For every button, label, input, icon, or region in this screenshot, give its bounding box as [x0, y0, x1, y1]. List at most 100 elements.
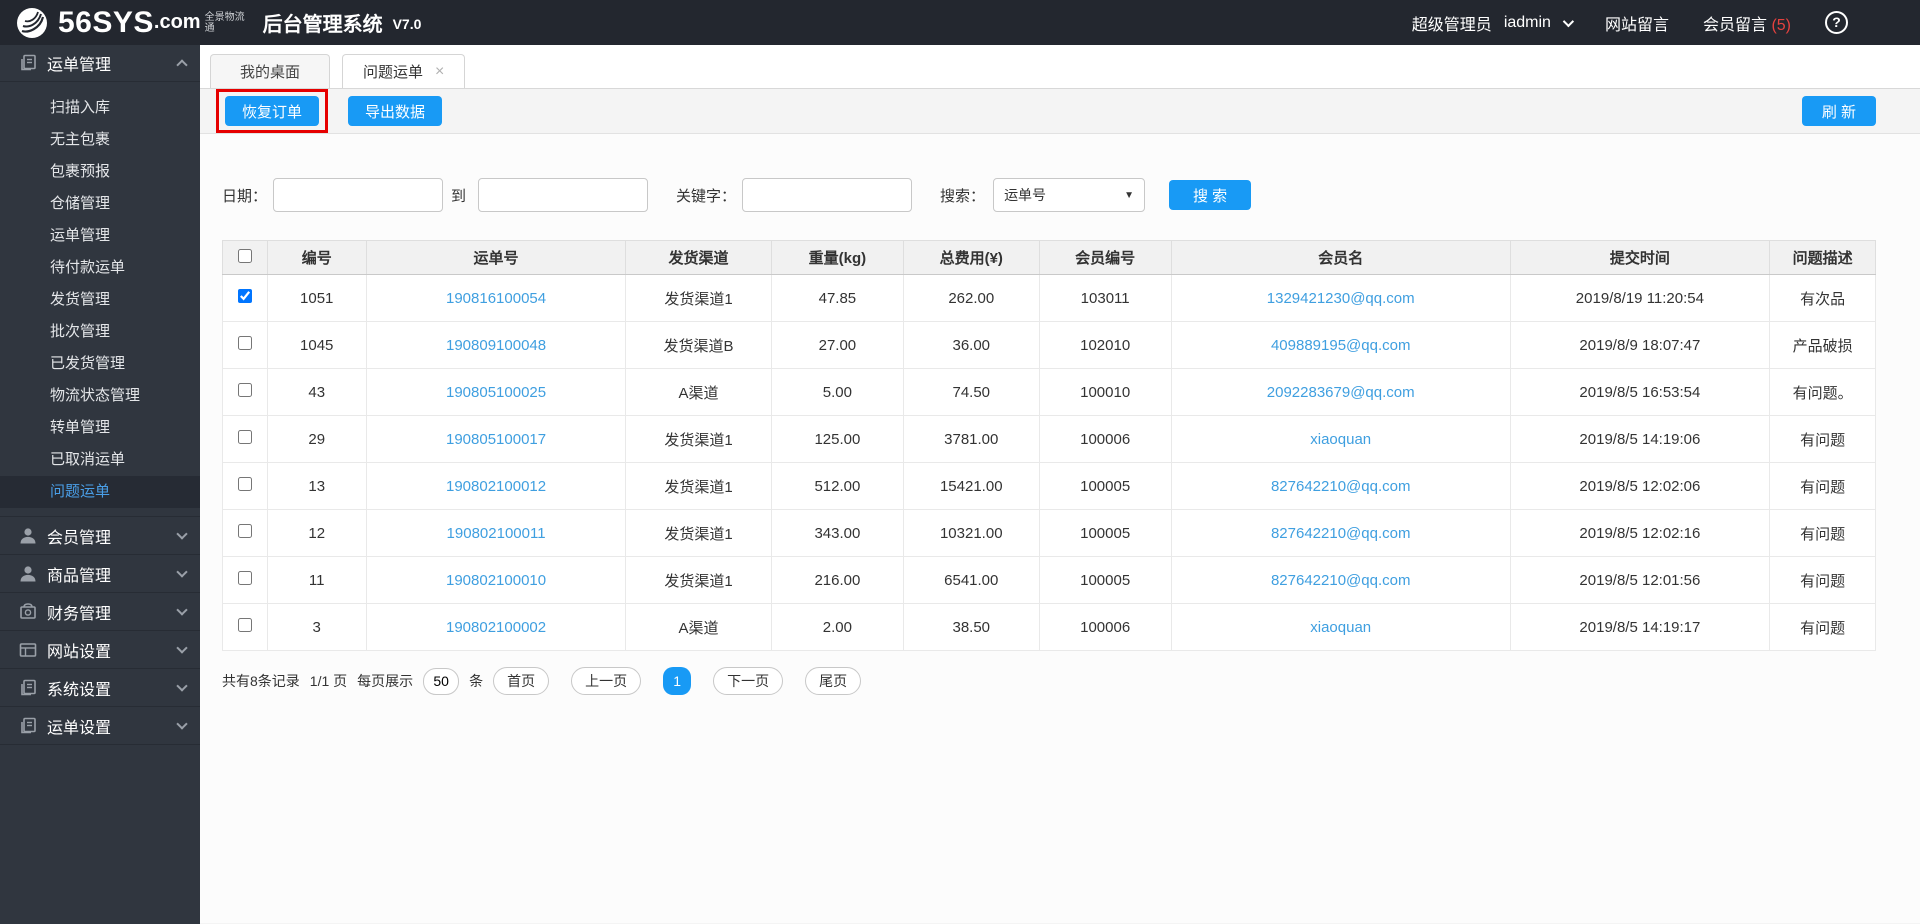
row-member-link[interactable]: 827642210@qq.com	[1170, 509, 1511, 557]
date-to-input[interactable]	[478, 178, 649, 212]
row-checkbox[interactable]	[237, 383, 252, 397]
next-page-button[interactable]: 下一页	[713, 667, 784, 695]
help-icon[interactable]	[1825, 11, 1848, 34]
sidebar-section-icon	[18, 640, 38, 660]
select-all-checkbox[interactable]	[237, 248, 252, 263]
col-channel: 发货渠道	[625, 240, 772, 275]
row-weight: 5.00	[770, 368, 905, 416]
row-fee: 3781.00	[903, 415, 1040, 463]
sidebar-item[interactable]: 待付款运单	[0, 252, 200, 284]
select-all-cell	[222, 240, 268, 275]
row-select-cell	[222, 368, 268, 416]
row-checkbox[interactable]	[237, 430, 252, 444]
row-issue: 产品破损	[1769, 321, 1876, 369]
sidebar-section-icon	[18, 602, 38, 622]
sidebar-section-header[interactable]: 网站设置	[0, 631, 200, 668]
sidebar-item[interactable]: 物流状态管理	[0, 380, 200, 412]
export-data-button[interactable]: 导出数据	[348, 96, 443, 126]
row-checkbox[interactable]	[237, 477, 252, 491]
per-page-prefix: 每页展示	[357, 673, 414, 689]
row-checkbox[interactable]	[237, 524, 252, 538]
pagination: 共有8条记录 1/1 页 每页展示 条 首页 上一页 1 下一页 尾页	[222, 667, 1876, 695]
record-count: 共有8条记录	[222, 673, 300, 689]
search-field-selected-value: 运单号	[1004, 187, 1047, 203]
row-id: 43	[266, 368, 367, 416]
date-from-input[interactable]	[273, 178, 444, 212]
search-button[interactable]: 搜 索	[1169, 180, 1252, 210]
tab[interactable]: 问题运单 ×	[342, 54, 466, 88]
col-waybill: 运单号	[365, 240, 627, 275]
row-member-link[interactable]: 409889195@qq.com	[1170, 321, 1511, 369]
last-page-button[interactable]: 尾页	[805, 667, 862, 695]
sidebar-item[interactable]: 无主包裹	[0, 124, 200, 156]
sidebar-item[interactable]: 转单管理	[0, 412, 200, 444]
prev-page-button[interactable]: 上一页	[571, 667, 642, 695]
row-member-id: 100005	[1038, 509, 1172, 557]
sidebar-section-header[interactable]: 财务管理	[0, 593, 200, 630]
sidebar-section-header[interactable]: 运单设置	[0, 707, 200, 744]
sidebar-item[interactable]: 仓储管理	[0, 188, 200, 220]
sidebar-item[interactable]: 扫描入库	[0, 92, 200, 124]
sidebar-item[interactable]: 包裹预报	[0, 156, 200, 188]
row-member-link[interactable]: 827642210@qq.com	[1170, 462, 1511, 510]
topbar: 56SYS .com 全景物流通 后台管理系统 V7.0 超级管理员 iadmin…	[0, 0, 1920, 45]
row-waybill-link[interactable]: 190805100017	[365, 415, 627, 463]
row-member-link[interactable]: xiaoquan	[1170, 603, 1511, 651]
page-info: 1/1 页	[309, 673, 348, 689]
search-field-select[interactable]: 运单号 ▼	[993, 178, 1146, 212]
username: iadmin	[1503, 13, 1551, 31]
sidebar-section-header[interactable]: 商品管理	[0, 555, 200, 592]
row-time: 2019/8/5 12:01:56	[1509, 556, 1771, 604]
row-fee: 6541.00	[903, 556, 1040, 604]
sidebar-section-header[interactable]: 会员管理	[0, 517, 200, 554]
chevron-icon	[176, 718, 188, 730]
row-waybill-link[interactable]: 190805100025	[365, 368, 627, 416]
row-waybill-link[interactable]: 190802100002	[365, 603, 627, 651]
site-messages-link[interactable]: 网站留言	[1605, 11, 1669, 35]
row-waybill-link[interactable]: 190816100054	[365, 274, 627, 322]
row-member-link[interactable]: 1329421230@qq.com	[1170, 274, 1511, 322]
row-member-id: 100005	[1038, 556, 1172, 604]
row-weight: 2.00	[770, 603, 905, 651]
member-messages-link[interactable]: 会员留言 (5)	[1703, 11, 1791, 35]
refresh-button[interactable]: 刷 新	[1801, 96, 1876, 126]
row-waybill-link[interactable]: 190802100010	[365, 556, 627, 604]
sidebar-item[interactable]: 批次管理	[0, 316, 200, 348]
chevron-icon	[176, 680, 188, 692]
sidebar-section: 运单设置	[0, 707, 200, 745]
sidebar-item[interactable]: 发货管理	[0, 284, 200, 316]
row-waybill-link[interactable]: 190809100048	[365, 321, 627, 369]
first-page-button[interactable]: 首页	[493, 667, 550, 695]
tab-close-icon[interactable]: ×	[435, 63, 444, 80]
sidebar-item[interactable]: 问题运单	[0, 476, 200, 508]
row-member-id: 100005	[1038, 462, 1172, 510]
row-waybill-link[interactable]: 190802100011	[365, 509, 627, 557]
row-time: 2019/8/5 12:02:16	[1509, 509, 1771, 557]
tab[interactable]: 我的桌面	[210, 54, 330, 88]
keyword-input[interactable]	[742, 178, 913, 212]
sidebar-section-header[interactable]: 运单管理	[0, 45, 200, 82]
row-checkbox[interactable]	[237, 289, 252, 303]
sidebar-section: 财务管理	[0, 593, 200, 631]
row-member-link[interactable]: 2092283679@qq.com	[1170, 368, 1511, 416]
row-select-cell	[222, 321, 268, 369]
row-id: 12	[266, 509, 367, 557]
table-row: 3 190802100002 A渠道 2.00 38.50 100006 xia…	[222, 603, 1876, 651]
sidebar-item[interactable]: 已取消运单	[0, 444, 200, 476]
user-menu[interactable]: 超级管理员 iadmin	[1412, 11, 1575, 35]
row-checkbox[interactable]	[237, 618, 252, 632]
sidebar-section-header[interactable]: 系统设置	[0, 669, 200, 706]
sidebar-section-icon	[18, 564, 38, 584]
row-member-link[interactable]: xiaoquan	[1170, 415, 1511, 463]
sidebar-item[interactable]: 已发货管理	[0, 348, 200, 380]
row-member-link[interactable]: 827642210@qq.com	[1170, 556, 1511, 604]
col-time: 提交时间	[1509, 240, 1771, 275]
row-id: 1051	[266, 274, 367, 322]
current-page-button[interactable]: 1	[663, 667, 692, 695]
row-checkbox[interactable]	[237, 571, 252, 585]
restore-order-button[interactable]: 恢复订单	[225, 96, 320, 126]
row-checkbox[interactable]	[237, 336, 252, 350]
sidebar-item[interactable]: 运单管理	[0, 220, 200, 252]
per-page-input[interactable]	[423, 667, 460, 695]
row-waybill-link[interactable]: 190802100012	[365, 462, 627, 510]
